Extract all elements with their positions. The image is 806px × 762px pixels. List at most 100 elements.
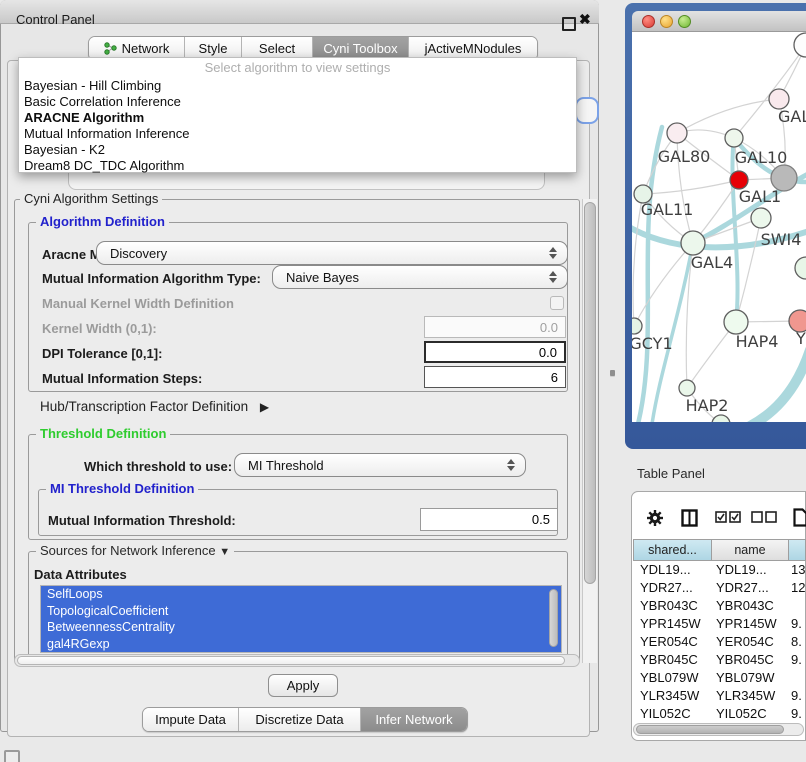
node[interactable] [795, 257, 806, 279]
bottom-tabbar: Impute Data Discretize Data Infer Networ… [142, 707, 468, 732]
aracne-mode-select[interactable]: Discovery [96, 241, 568, 265]
node-hap4[interactable] [724, 310, 748, 334]
mi-steps-input[interactable]: 6 [424, 366, 566, 388]
column-header-name[interactable]: name [712, 539, 788, 561]
dpi-tolerance-label: DPI Tolerance [0,1]: [42, 346, 162, 361]
cell-shared: YBR043C [640, 597, 698, 615]
cell-shared: YER054C [640, 633, 698, 651]
dropdown-item[interactable]: Bayesian - Hill Climbing [19, 78, 576, 94]
column-header-name-label: name [734, 543, 765, 557]
tab-infer-network-label: Infer Network [375, 712, 452, 727]
node-swi4[interactable] [751, 208, 771, 228]
sources-group-title[interactable]: Sources for Network Inference ▼ [36, 544, 234, 559]
hub-definition-toggle[interactable]: Hub/Transcription Factor Definition ▶ [40, 399, 269, 414]
tab-jactivemnodules-label: jActiveMNodules [425, 41, 522, 56]
node-hap2[interactable] [679, 380, 695, 396]
cell-extra: 9. [791, 705, 802, 723]
columns-icon[interactable] [681, 509, 698, 527]
network-canvas[interactable]: GAL80 GAL10 GAL1 GAL11 SWI4 GAL4 GCY1 HA… [632, 32, 806, 422]
deselect-all-checkboxes-icon[interactable] [751, 511, 777, 523]
edge [736, 218, 761, 322]
control-panel-title: Control Panel [16, 12, 95, 27]
tab-network-label: Network [122, 41, 170, 56]
node-label: GAL [778, 107, 806, 126]
list-item[interactable]: SelfLoops [41, 586, 561, 603]
column-header-clipped[interactable] [788, 539, 806, 561]
node-gcy1[interactable] [632, 318, 642, 334]
dpi-tolerance-input[interactable]: 0.0 [424, 341, 566, 363]
dropdown-item[interactable]: Dream8 DC_TDC Algorithm [19, 158, 576, 174]
tab-infer-network[interactable]: Infer Network [360, 708, 467, 731]
settings-hscrollbar-track[interactable] [14, 654, 580, 667]
table-hscrollbar-track[interactable] [633, 723, 804, 736]
edge [638, 127, 662, 422]
dropdown-item[interactable]: Mutual Information Inference [19, 126, 576, 142]
aracne-mode-value: Discovery [110, 246, 167, 261]
settings-vscrollbar-thumb[interactable] [584, 202, 596, 584]
cell-extra: 12 [791, 579, 805, 597]
node-gal80[interactable] [667, 123, 687, 143]
table-body[interactable]: YDL19...YDL19...13 YDR27...YDR27...12 YB… [633, 561, 806, 723]
tab-impute-data[interactable]: Impute Data [143, 708, 238, 731]
kernel-width-label: Kernel Width (0,1): [42, 321, 157, 336]
list-item[interactable]: TopologicalCoefficient [41, 603, 561, 620]
dropdown-item[interactable]: Bayesian - K2 [19, 142, 576, 158]
dpi-tolerance-value: 0.0 [539, 345, 557, 360]
cell-shared: YBR045C [640, 651, 698, 669]
network-window-titlebar[interactable] [632, 11, 806, 32]
cell-name: YBL079W [716, 669, 775, 687]
node-label: GCY1 [632, 334, 673, 353]
network-graph: GAL80 GAL10 GAL1 GAL11 SWI4 GAL4 GCY1 HA… [632, 32, 806, 422]
document-icon[interactable] [793, 508, 806, 527]
node-label: GAL1 [739, 187, 781, 206]
kernel-width-input[interactable]: 0.0 [424, 316, 566, 338]
data-attributes-label: Data Attributes [34, 567, 127, 582]
column-header-shared-label: shared... [648, 543, 697, 557]
node[interactable] [769, 89, 789, 109]
minimize-traffic-light-icon[interactable] [660, 15, 673, 28]
table-hscrollbar-thumb[interactable] [636, 725, 784, 734]
settings-hscrollbar-thumb[interactable] [17, 656, 565, 665]
cell-name: YPR145W [716, 615, 777, 633]
node-label: GAL4 [691, 253, 733, 272]
tab-discretize-data[interactable]: Discretize Data [238, 708, 360, 731]
data-attributes-list[interactable]: SelfLoops TopologicalCoefficient Between… [40, 585, 562, 653]
panel-splitter-handle[interactable] [610, 370, 615, 376]
mi-type-select[interactable]: Naive Bayes [272, 265, 568, 289]
float-window-icon[interactable] [562, 17, 576, 31]
mi-type-label: Mutual Information Algorithm Type: [42, 271, 261, 286]
collapsed-panel-icon[interactable] [4, 750, 20, 762]
zoom-traffic-light-icon[interactable] [678, 15, 691, 28]
dropdown-hint: Select algorithm to view settings [19, 58, 576, 78]
node-label: HAP4 [736, 332, 779, 351]
list-item[interactable]: BetweennessCentrality [41, 619, 561, 636]
cell-shared: YDL19... [640, 561, 691, 579]
tab-impute-data-label: Impute Data [155, 712, 226, 727]
cell-name: YER054C [716, 633, 774, 651]
dropdown-item-selected[interactable]: ARACNE Algorithm [19, 110, 576, 126]
column-header-shared[interactable]: shared... [633, 539, 712, 561]
node[interactable] [794, 33, 806, 57]
cell-shared: YLR345W [640, 687, 699, 705]
node-gal4[interactable] [681, 231, 705, 255]
node-gal10[interactable] [725, 129, 743, 147]
manual-kernel-checkbox[interactable] [550, 296, 564, 310]
cell-name: YIL052C [716, 705, 767, 723]
tab-discretize-data-label: Discretize Data [255, 712, 343, 727]
which-threshold-select[interactable]: MI Threshold [234, 453, 526, 477]
close-traffic-light-icon[interactable] [642, 15, 655, 28]
dropdown-item[interactable]: Basic Correlation Inference [19, 94, 576, 110]
algorithm-dropdown-list: Select algorithm to view settings Bayesi… [18, 57, 577, 173]
close-icon[interactable]: ✖ [579, 11, 591, 28]
mi-threshold-input[interactable]: 0.5 [420, 508, 558, 531]
gear-icon[interactable] [646, 509, 664, 527]
list-scrollbar-thumb[interactable] [549, 589, 558, 647]
apply-button[interactable]: Apply [268, 674, 338, 697]
kernel-width-value: 0.0 [540, 320, 558, 335]
node[interactable] [712, 415, 730, 422]
settings-vscrollbar-track[interactable] [582, 199, 597, 663]
cell-name: YBR043C [716, 597, 774, 615]
mi-threshold-label: Mutual Information Threshold: [48, 513, 236, 528]
list-item[interactable]: gal4RGexp [41, 636, 561, 653]
select-all-checkboxes-icon[interactable] [715, 511, 741, 523]
